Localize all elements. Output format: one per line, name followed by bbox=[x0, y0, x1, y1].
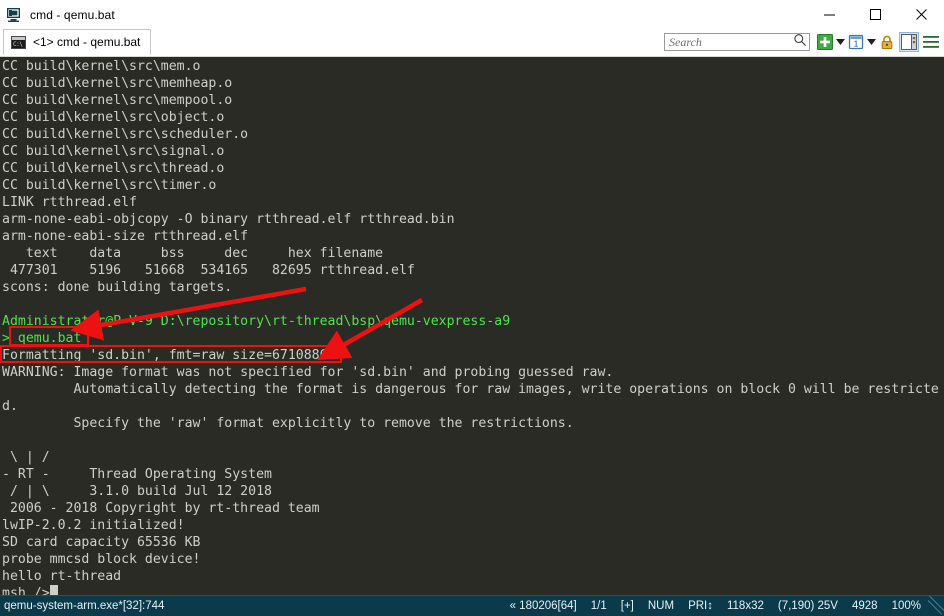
conemu-window: cmd - qemu.bat C:\ <1> cmd - qemu.bat Se… bbox=[0, 0, 944, 616]
lock-icon[interactable] bbox=[879, 32, 895, 52]
status-process: qemu-system-arm.exe*[32]:744 bbox=[4, 600, 165, 612]
terminal-line: probe mmcsd block device! bbox=[2, 552, 201, 567]
tab-label: <1> cmd - qemu.bat bbox=[33, 35, 141, 49]
toolbar: 1 bbox=[664, 30, 940, 54]
terminal-line: \ | / bbox=[2, 450, 50, 465]
terminal-line: CC build\kernel\src\timer.o bbox=[2, 178, 217, 193]
terminal-line: - RT - Thread Operating System bbox=[2, 467, 272, 482]
terminal-line: WARNING: Image format was not specified … bbox=[2, 365, 614, 380]
terminal-line: / | \ 3.1.0 build Jul 12 2018 bbox=[2, 484, 272, 499]
terminal-line: CC build\kernel\src\mem.o bbox=[2, 59, 201, 74]
tab-console-1[interactable]: C:\ <1> cmd - qemu.bat bbox=[3, 29, 152, 55]
terminal-lines: CC build\kernel\src\mem.o CC build\kernel… bbox=[1, 58, 944, 595]
active-console-button[interactable]: 1 bbox=[848, 32, 864, 52]
search-box[interactable] bbox=[664, 33, 810, 51]
terminal-line: Administrator@P-V-9 D:\repository\rt-thr… bbox=[2, 314, 511, 329]
new-console-button[interactable] bbox=[817, 32, 833, 52]
title-bar: cmd - qemu.bat bbox=[0, 0, 944, 29]
maximize-button[interactable] bbox=[852, 0, 898, 29]
status-cursor-pos[interactable]: (7,190) 25V bbox=[771, 596, 845, 616]
terminal-line: Automatically detecting the format is da… bbox=[2, 382, 939, 397]
active-console-dropdown-icon[interactable] bbox=[866, 32, 877, 52]
status-priority[interactable]: PRI↕ bbox=[681, 596, 720, 616]
status-buffer[interactable]: 4928 bbox=[845, 596, 885, 616]
new-console-dropdown-icon[interactable] bbox=[835, 32, 846, 52]
status-plus[interactable]: [+] bbox=[614, 596, 641, 616]
search-icon[interactable] bbox=[793, 33, 807, 52]
status-page[interactable]: 1/1 bbox=[584, 596, 614, 616]
terminal-line: CC build\kernel\src\object.o bbox=[2, 110, 225, 125]
terminal-line: lwIP-2.0.2 initialized! bbox=[2, 518, 185, 533]
terminal-line: arm-none-eabi-size rtthread.elf bbox=[2, 229, 249, 244]
command-highlight-box bbox=[9, 326, 89, 346]
terminal-line: LINK rtthread.elf bbox=[2, 195, 137, 210]
status-size[interactable]: 118x32 bbox=[720, 596, 771, 616]
minimize-button[interactable] bbox=[806, 0, 852, 29]
terminal-line: d. bbox=[2, 399, 18, 414]
terminal-line: Specify the 'raw' format explicitly to r… bbox=[2, 416, 574, 431]
terminal-line: CC build\kernel\src\signal.o bbox=[2, 144, 225, 159]
search-input[interactable] bbox=[669, 34, 793, 50]
hamburger-menu-icon[interactable] bbox=[923, 32, 939, 52]
terminal-line: 477301 5196 51668 534165 82695 rtthread.… bbox=[2, 263, 415, 278]
formatting-highlight-box bbox=[0, 345, 342, 363]
status-zoom[interactable]: 100% bbox=[885, 596, 928, 616]
window-title: cmd - qemu.bat bbox=[30, 7, 115, 22]
terminal-output[interactable]: CC build\kernel\src\mem.o CC build\kernel… bbox=[0, 57, 944, 595]
terminal-line: arm-none-eabi-objcopy -O binary rtthread… bbox=[2, 212, 455, 227]
svg-text:1: 1 bbox=[854, 38, 859, 48]
conemu-app-icon[interactable] bbox=[6, 7, 22, 23]
console-icon: C:\ bbox=[11, 35, 26, 49]
terminal-line: msh /> bbox=[1, 585, 944, 595]
split-panel-button[interactable] bbox=[899, 32, 919, 52]
status-cells: « 180206[64] 1/1 [+] NUM PRI↕ 118x32 (7,190) 2… bbox=[503, 596, 928, 616]
window-controls bbox=[806, 0, 944, 29]
terminal-line: scons: done building targets. bbox=[2, 280, 233, 295]
close-button[interactable] bbox=[898, 0, 944, 29]
terminal-line: 2006 - 2018 Copyright by rt-thread team bbox=[2, 501, 320, 516]
resize-grip[interactable] bbox=[928, 596, 944, 616]
terminal-line: SD card capacity 65536 KB bbox=[2, 535, 201, 550]
status-encoding[interactable]: « 180206[64] bbox=[503, 596, 584, 616]
tab-bar: C:\ <1> cmd - qemu.bat Search 1 bbox=[0, 29, 944, 57]
terminal-cursor bbox=[49, 585, 58, 595]
terminal-line: hello rt-thread bbox=[2, 569, 122, 584]
console-icon-label: C:\ bbox=[13, 40, 23, 48]
terminal-line: CC build\kernel\src\scheduler.o bbox=[2, 127, 249, 142]
terminal-line: CC build\kernel\src\thread.o bbox=[2, 161, 225, 176]
terminal-line: CC build\kernel\src\mempool.o bbox=[2, 93, 233, 108]
terminal-line: CC build\kernel\src\memheap.o bbox=[2, 76, 233, 91]
status-bar: qemu-system-arm.exe*[32]:744 « 180206[64… bbox=[0, 595, 944, 616]
status-num-lock[interactable]: NUM bbox=[641, 596, 681, 616]
terminal-line: text data bss dec hex filename bbox=[2, 246, 384, 261]
